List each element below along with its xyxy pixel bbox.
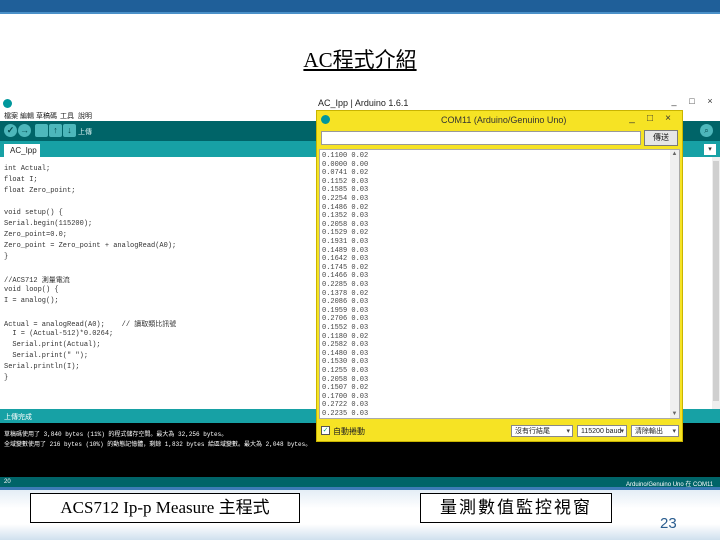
serial-output-line: 0.1480 0.03: [322, 349, 369, 358]
serial-output-line: 0.1642 0.03: [322, 255, 369, 264]
serial-output-line: 0.2285 0.03: [322, 281, 369, 289]
serial-monitor-window: COM11 (Arduino/Genuino Uno) _ □ × 傳送 0.2…: [316, 110, 683, 442]
code-line: Serial.print(" ");: [4, 352, 89, 360]
menu-tools[interactable]: 工具: [60, 111, 74, 121]
code-line: int Actual;: [4, 165, 51, 173]
code-line: }: [4, 374, 9, 382]
serial-output-line: 0.1180 0.02: [322, 332, 369, 341]
scroll-up-icon[interactable]: ▲: [670, 151, 679, 157]
minimize-button[interactable]: _: [666, 96, 682, 106]
serial-output-line: 0.0741 0.02: [322, 169, 369, 178]
serial-close-button[interactable]: ×: [659, 113, 677, 124]
serial-output-line: 0.1489 0.03: [322, 246, 369, 255]
code-line: Zero_point=0.0;: [4, 231, 68, 239]
editor-scrollbar[interactable]: [712, 157, 720, 409]
code-line: void loop() {: [4, 286, 59, 294]
new-icon[interactable]: [35, 124, 48, 137]
serial-output-line: 0.2235 0.03: [322, 410, 369, 418]
slide-top-band: [0, 0, 720, 14]
code-line: Serial.println(I);: [4, 363, 80, 371]
arduino-logo-icon: [321, 115, 330, 124]
save-icon[interactable]: ↓: [63, 124, 76, 137]
serial-output-line: 0.0000 0.00: [322, 160, 369, 169]
serial-output-line: 0.2706 0.03: [322, 315, 369, 324]
baud-rate-select[interactable]: 115200 baud: [577, 425, 627, 437]
tab-menu-icon[interactable]: ▾: [704, 144, 716, 155]
toolbar-label: 上傳: [78, 129, 92, 136]
serial-output-area: 0.2235 0.03 0.2722 0.03 0.1700 0.03 0.1507 …: [319, 149, 680, 419]
serial-output-line: 0.2722 0.03: [322, 401, 369, 410]
code-line: Serial.print(Actual);: [4, 341, 101, 349]
caption-main-program: ACS712 Ip-p Measure 主程式: [30, 493, 300, 523]
verify-icon[interactable]: ✓: [4, 124, 17, 137]
clear-output-button[interactable]: 清除輸出: [631, 425, 679, 437]
serial-output-line: 0.2254 0.03: [322, 195, 369, 203]
autoscroll-checkbox[interactable]: ✓: [321, 426, 330, 435]
code-line: //ACS712 測量電流: [4, 277, 70, 285]
code-line: Serial.begin(115200);: [4, 220, 93, 228]
code-line: I = analog();: [4, 297, 59, 305]
caption-monitor-window: 量測數值監控視窗: [420, 493, 612, 523]
serial-maximize-button[interactable]: □: [641, 113, 659, 124]
close-button[interactable]: ×: [702, 96, 718, 106]
maximize-button[interactable]: □: [684, 96, 700, 106]
menu-help[interactable]: 說明: [78, 111, 92, 121]
serial-output-line: 0.1100 0.02: [322, 152, 369, 160]
tab-ac-ipp[interactable]: AC_Ipp: [4, 144, 40, 157]
code-line: Actual = analogRead(A0); // 讀取類比訊號: [4, 321, 177, 329]
serial-output-line: 0.1378 0.02: [322, 289, 369, 298]
serial-monitor-icon[interactable]: ⌕: [700, 124, 713, 137]
page-number: 23: [660, 515, 677, 532]
ide-titlebar: AC_Ipp | Arduino 1.6.1 _ □ ×: [0, 96, 720, 110]
serial-output-line: 0.2058 0.03: [322, 375, 369, 384]
code-line: float I;: [4, 176, 38, 184]
code-line: void setup() {: [4, 209, 63, 217]
upload-icon[interactable]: →: [18, 124, 31, 137]
serial-output-line: 0.1486 0.02: [322, 203, 369, 212]
code-line: Zero_point = Zero_point + analogRead(A0)…: [4, 242, 177, 250]
serial-output-line: 0.1529 0.02: [322, 229, 369, 238]
autoscroll-label: 自動捲動: [333, 427, 365, 436]
serial-output-line: 0.1745 0.02: [322, 263, 369, 272]
line-number: 20: [4, 479, 11, 485]
serial-output-line: 0.2582 0.03: [322, 341, 369, 350]
output-scrollbar[interactable]: ▲ ▼: [670, 150, 679, 418]
serial-window-title: COM11 (Arduino/Genuino Uno): [441, 115, 567, 125]
serial-output-line: 0.2086 0.03: [322, 298, 369, 307]
code-line: float Zero_point;: [4, 187, 76, 195]
menu-sketch[interactable]: 草稿碼: [36, 111, 57, 121]
ide-window-title: AC_Ipp | Arduino 1.6.1: [318, 98, 409, 108]
serial-output-line: 0.1585 0.03: [322, 186, 369, 195]
console-line: 全域變數使用了 216 bytes (10%) 的動態記憶體，剩餘 1,832 …: [4, 441, 312, 448]
arduino-logo-icon: [3, 99, 12, 108]
code-line: }: [4, 253, 9, 261]
serial-output-line: 0.1466 0.03: [322, 272, 369, 281]
menu-edit[interactable]: 編輯: [20, 111, 34, 121]
line-ending-select[interactable]: 沒有行結尾: [511, 425, 573, 437]
scroll-down-icon[interactable]: ▼: [670, 411, 679, 417]
serial-output-line: 0.1530 0.03: [322, 358, 369, 367]
serial-output-line: 0.2058 0.03: [322, 220, 369, 229]
serial-options-bar: ✓ 自動捲動 沒有行結尾 115200 baud 清除輸出: [321, 425, 681, 439]
serial-output-line: 0.1552 0.03: [322, 324, 369, 332]
code-line: I = (Actual-512)*0.0264;: [4, 330, 114, 338]
open-icon[interactable]: ↑: [49, 124, 62, 137]
menu-file[interactable]: 檔案: [4, 111, 18, 121]
serial-output-line: 0.1931 0.03: [322, 238, 369, 246]
serial-output-line: 0.1255 0.03: [322, 367, 369, 375]
slide-title: AC程式介紹: [303, 48, 417, 72]
send-button[interactable]: 傳送: [644, 130, 678, 146]
serial-input-field[interactable]: [321, 131, 641, 145]
serial-minimize-button[interactable]: _: [623, 113, 641, 124]
console-line: 草稿碼使用了 3,840 bytes (11%) 的程式儲存空間。最大為 32,…: [4, 431, 228, 438]
serial-titlebar: COM11 (Arduino/Genuino Uno) _ □ ×: [317, 111, 682, 128]
serial-output-line: 0.1700 0.03: [322, 392, 369, 401]
serial-output-line: 0.1507 0.02: [322, 384, 369, 393]
serial-output-line: 0.1152 0.03: [322, 177, 369, 186]
serial-output-line: 0.1959 0.03: [322, 306, 369, 315]
serial-output-line: 0.1352 0.03: [322, 212, 369, 221]
